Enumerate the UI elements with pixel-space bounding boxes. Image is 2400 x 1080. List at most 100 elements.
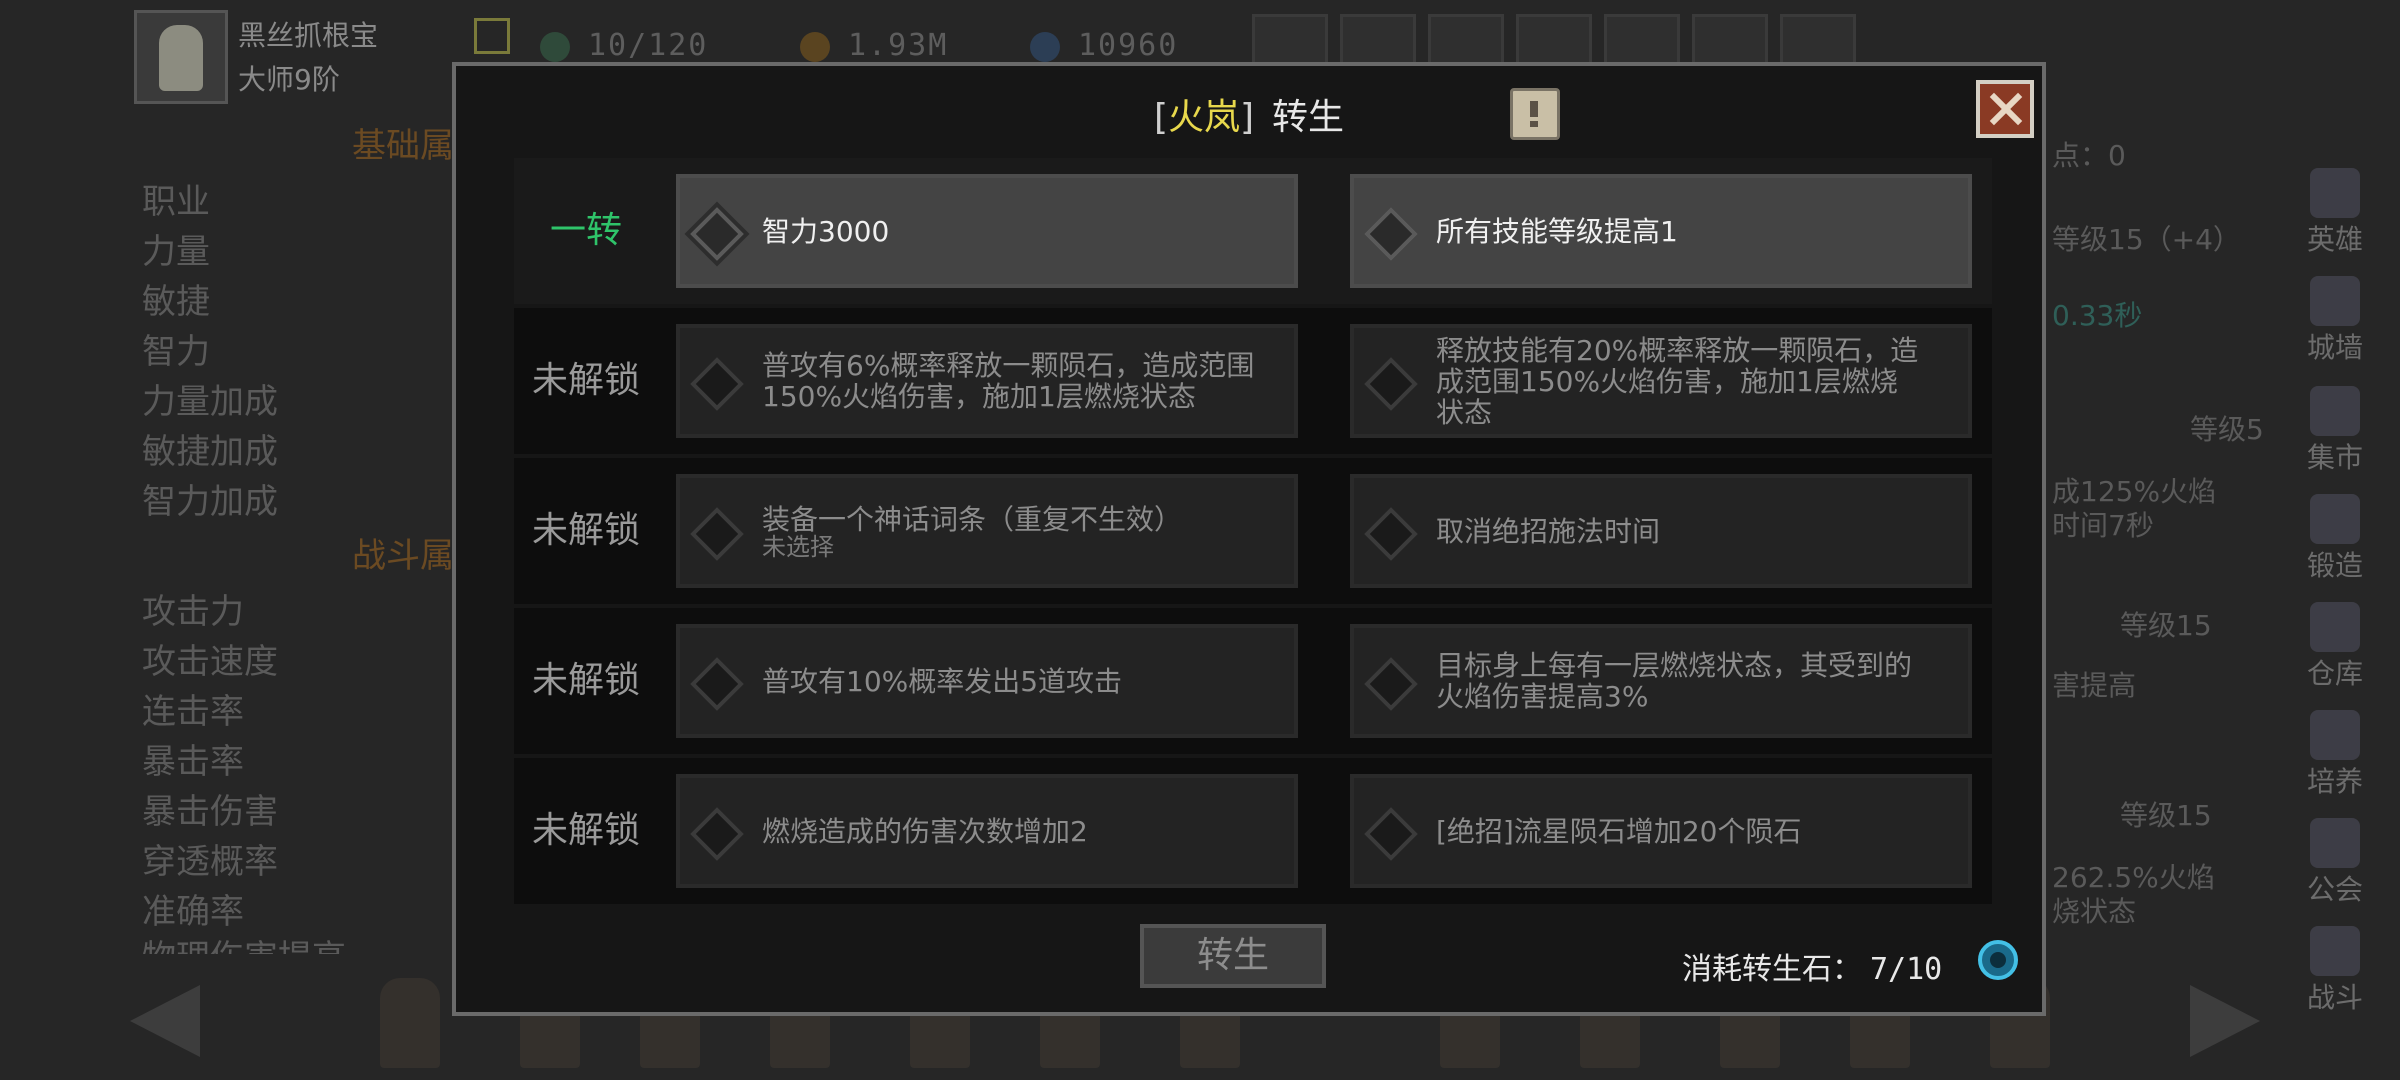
option-text: 普攻有10%概率发出5道攻击 xyxy=(762,664,1123,698)
stat-label: 力量加成 xyxy=(142,382,278,422)
stat-label: 暴击伤害 xyxy=(142,792,278,832)
nav-label: 城墙 xyxy=(2306,331,2363,364)
rebirth-tier-row: 一转 智力3000 所有技能等级提高1 xyxy=(514,158,1992,304)
rebirth-option[interactable]: [绝招]流星陨石增加20个陨石 xyxy=(1350,774,1972,888)
stat-label: 职业 xyxy=(142,182,210,222)
rebirth-option[interactable]: 普攻有10%概率发出5道攻击 xyxy=(676,624,1298,738)
option-text: 所有技能等级提高1 xyxy=(1436,214,1678,248)
option-text: 释放技能有20%概率释放一颗陨石，造 xyxy=(1436,333,1919,367)
nav-label: 英雄 xyxy=(2306,223,2363,256)
stat-label: 攻击力 xyxy=(142,592,244,632)
rebirth-option[interactable]: 装备一个神话词条（重复不生效） 未选择 xyxy=(676,474,1298,588)
stat-label: 准确率 xyxy=(142,892,244,932)
skill-text: 等级15 xyxy=(2120,799,2212,832)
train-icon xyxy=(2310,710,2360,760)
option-text: 150%火焰伤害，施加1层燃烧状态 xyxy=(762,380,1196,413)
market-icon xyxy=(2310,386,2360,436)
player-avatar[interactable] xyxy=(134,10,228,104)
nav-label: 锻造 xyxy=(2306,549,2363,582)
skill-points: 点：0 xyxy=(2052,139,2126,172)
diamond-select-icon xyxy=(690,807,744,861)
close-button[interactable] xyxy=(1976,80,2034,138)
portal-icon xyxy=(2310,926,2360,976)
diamond-select-icon xyxy=(1364,657,1418,711)
nav-label: 公会 xyxy=(2306,873,2363,906)
skill-text: 烧状态 xyxy=(2052,895,2137,928)
tier-label: 未解锁 xyxy=(531,360,640,401)
nav-market[interactable]: 集市 xyxy=(2290,384,2380,474)
tier-label: 未解锁 xyxy=(531,810,640,851)
hero-slot[interactable] xyxy=(380,978,440,1068)
rebirth-dialog: [火岚] 转生 一转 智力3000 所有技能等级提高1 未解锁 普攻有6%概率释放… xyxy=(452,62,2046,1016)
rebirth-tier-row: 未解锁 普攻有10%概率发出5道攻击 目标身上每有一层燃烧状态，其受到的 火焰伤害… xyxy=(514,608,1992,754)
stat-label: 力量 xyxy=(142,232,210,272)
stat-label: 穿透概率 xyxy=(142,842,278,882)
nav-battle[interactable]: 战斗 xyxy=(2290,924,2380,1014)
info-icon[interactable] xyxy=(1510,88,1560,140)
nav-label: 集市 xyxy=(2306,441,2363,474)
skill-text: 害提高 xyxy=(2052,669,2137,702)
stat-label: 敏捷 xyxy=(142,282,210,322)
option-text: [绝招]流星陨石增加20个陨石 xyxy=(1436,814,1802,848)
rebirth-option[interactable]: 释放技能有20%概率释放一颗陨石，造 成范围150%火焰伤害，施加1层燃烧 状态 xyxy=(1350,324,1972,438)
energy-counter: 10/120 xyxy=(540,28,708,63)
stat-label: 敏捷加成 xyxy=(142,432,278,472)
gem-icon xyxy=(1030,31,1060,62)
diamond-select-icon xyxy=(1364,807,1418,861)
rebirth-tier-row: 未解锁 燃烧造成的伤害次数增加2 [绝招]流星陨石增加20个陨石 xyxy=(514,758,1992,904)
nav-guild[interactable]: 公会 xyxy=(2290,816,2380,906)
option-text: 燃烧造成的伤害次数增加2 xyxy=(762,814,1088,848)
nav-wall[interactable]: 城墙 xyxy=(2290,274,2380,364)
stat-label: 智力 xyxy=(142,332,210,372)
diamond-select-icon xyxy=(1364,207,1418,261)
skill-text: 等级15（+4） xyxy=(2052,223,2241,256)
energy-icon xyxy=(540,31,570,62)
rebirth-option[interactable]: 目标身上每有一层燃烧状态，其受到的 火焰伤害提高3% xyxy=(1350,624,1972,738)
nav-label: 战斗 xyxy=(2306,981,2363,1014)
anvil-icon xyxy=(2310,494,2360,544)
section-battle: 战斗属 xyxy=(352,536,454,576)
option-text: 火焰伤害提高3% xyxy=(1436,680,1649,713)
rebirth-option[interactable]: 智力3000 xyxy=(676,174,1298,288)
tier-label: 未解锁 xyxy=(531,510,640,551)
stat-label: 暴击率 xyxy=(142,742,244,782)
diamond-select-icon xyxy=(690,207,744,261)
rebirth-option[interactable]: 燃烧造成的伤害次数增加2 xyxy=(676,774,1298,888)
diamond-select-icon xyxy=(690,507,744,561)
stat-label: 连击率 xyxy=(142,692,244,732)
stat-label: 智力加成 xyxy=(142,482,278,522)
guild-icon xyxy=(2310,818,2360,868)
hero-name: 火岚 xyxy=(1167,97,1240,138)
option-text: 目标身上每有一层燃烧状态，其受到的 xyxy=(1436,649,1913,682)
option-text: 普攻有6%概率释放一颗陨石，造成范围 xyxy=(762,349,1255,382)
tier-label: 一转 xyxy=(549,210,622,251)
nav-storage[interactable]: 仓库 xyxy=(2290,600,2380,690)
nav-hero[interactable]: 英雄 xyxy=(2290,166,2380,256)
option-text: 智力3000 xyxy=(762,214,890,248)
section-basic: 基础属 xyxy=(352,126,454,166)
nav-label: 培养 xyxy=(2306,765,2363,798)
rebirth-tier-row: 未解锁 装备一个神话词条（重复不生效） 未选择 取消绝招施法时间 xyxy=(514,458,1992,604)
nav-forge[interactable]: 锻造 xyxy=(2290,492,2380,582)
nav-train[interactable]: 培养 xyxy=(2290,708,2380,798)
edit-icon[interactable] xyxy=(474,18,510,54)
skill-text: 等级15 xyxy=(2120,609,2212,642)
next-page-arrow-icon[interactable] xyxy=(2190,985,2260,1057)
rebirth-tier-row: 未解锁 普攻有6%概率释放一颗陨石，造成范围 150%火焰伤害，施加1层燃烧状态 … xyxy=(514,308,1992,454)
prev-page-arrow-icon[interactable] xyxy=(130,985,200,1057)
option-text: 取消绝招施法时间 xyxy=(1436,514,1661,548)
storage-icon xyxy=(2310,602,2360,652)
rebirth-stone-icon xyxy=(1978,940,2018,980)
rebirth-option[interactable]: 所有技能等级提高1 xyxy=(1350,174,1972,288)
rebirth-option[interactable]: 取消绝招施法时间 xyxy=(1350,474,1972,588)
diamond-select-icon xyxy=(1364,507,1418,561)
rebirth-button[interactable]: 转生 xyxy=(1140,924,1326,988)
cost-label: 消耗转生石： xyxy=(1682,952,1862,987)
gold-icon xyxy=(800,31,830,62)
title-bracket: ] xyxy=(1240,97,1255,138)
rebirth-stone-cost: 消耗转生石： 7/10 xyxy=(1682,944,1942,988)
skill-text: 等级5 xyxy=(2190,413,2264,446)
diamond-select-icon xyxy=(690,357,744,411)
cost-value: 7/10 xyxy=(1870,952,1943,987)
rebirth-option[interactable]: 普攻有6%概率释放一颗陨石，造成范围 150%火焰伤害，施加1层燃烧状态 xyxy=(676,324,1298,438)
